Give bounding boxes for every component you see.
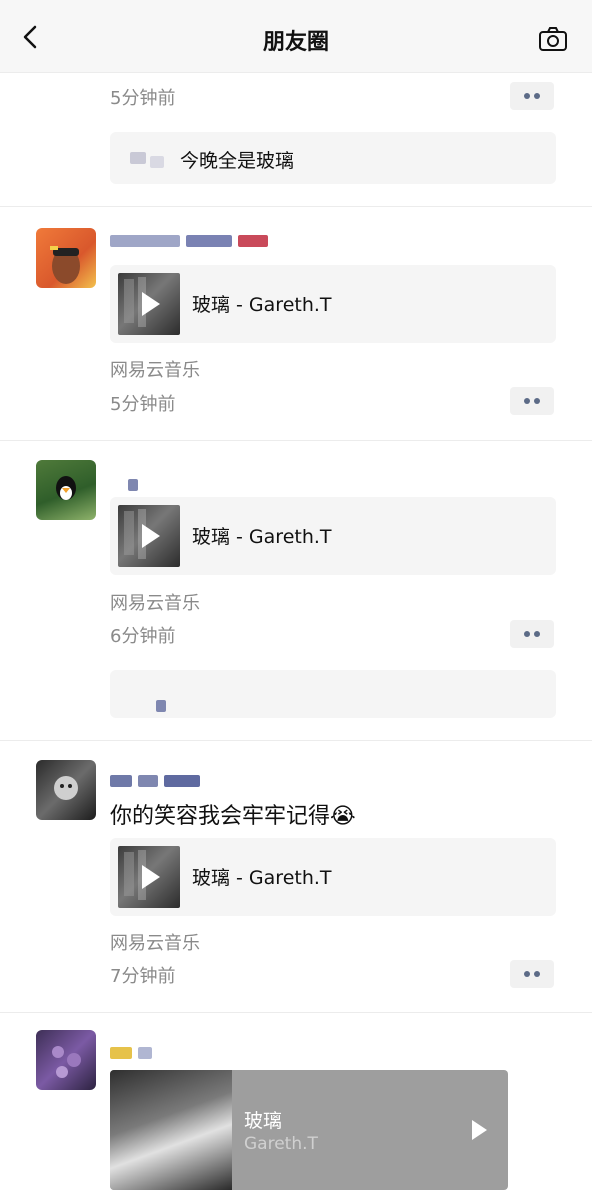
music-card[interactable]: 玻璃 - Gareth.T bbox=[110, 838, 556, 916]
camera-button[interactable] bbox=[538, 26, 568, 52]
more-dots-icon bbox=[534, 971, 540, 977]
more-dots-icon bbox=[524, 398, 530, 404]
more-button[interactable] bbox=[510, 960, 554, 988]
more-button[interactable] bbox=[510, 620, 554, 648]
music-player-card[interactable]: 玻璃 Gareth.T bbox=[110, 1070, 508, 1190]
album-thumbnail bbox=[118, 273, 180, 335]
play-icon bbox=[142, 292, 160, 316]
more-dots-icon bbox=[534, 93, 540, 99]
album-cover bbox=[110, 1070, 232, 1190]
more-dots-icon bbox=[524, 971, 530, 977]
source-link[interactable]: 网易云音乐 bbox=[110, 356, 200, 382]
more-dots-icon bbox=[534, 631, 540, 637]
blurred-name bbox=[110, 772, 206, 787]
play-icon[interactable] bbox=[472, 1120, 487, 1140]
play-icon bbox=[142, 865, 160, 889]
blurred-name bbox=[128, 476, 144, 491]
blurred-name bbox=[110, 1044, 158, 1059]
song-artist: Gareth.T bbox=[244, 1134, 318, 1154]
avatar[interactable] bbox=[36, 760, 96, 820]
avatar[interactable] bbox=[36, 460, 96, 520]
divider bbox=[0, 740, 592, 741]
more-dots-icon bbox=[524, 93, 530, 99]
more-button[interactable] bbox=[510, 82, 554, 110]
source-link[interactable]: 网易云音乐 bbox=[110, 929, 200, 955]
divider bbox=[0, 1012, 592, 1013]
more-dots-icon bbox=[534, 398, 540, 404]
music-card[interactable]: 玻璃 - Gareth.T bbox=[110, 265, 556, 343]
comment-box: 今晚全是玻璃 bbox=[110, 132, 556, 184]
blurred-name bbox=[130, 152, 146, 164]
comment-box bbox=[110, 670, 556, 718]
post-time: 5分钟前 bbox=[110, 394, 176, 415]
avatar-image bbox=[54, 776, 78, 800]
divider bbox=[0, 440, 592, 441]
avatar-image bbox=[52, 1046, 81, 1078]
avatar[interactable] bbox=[36, 1030, 96, 1090]
more-button[interactable] bbox=[510, 387, 554, 415]
source-link[interactable]: 网易云音乐 bbox=[110, 589, 200, 615]
avatar-image bbox=[50, 246, 80, 284]
music-card[interactable]: 玻璃 - Gareth.T bbox=[110, 497, 556, 575]
avatar-image bbox=[56, 476, 76, 500]
music-title: 玻璃 - Gareth.T bbox=[192, 526, 332, 548]
post-text: 你的笑容我会牢牢记得😭 bbox=[110, 804, 356, 829]
camera-icon bbox=[539, 27, 567, 51]
music-title: 玻璃 - Gareth.T bbox=[192, 867, 332, 889]
post-time: 5分钟前 bbox=[110, 88, 176, 109]
post-time: 7分钟前 bbox=[110, 966, 176, 987]
blurred-name bbox=[156, 700, 166, 712]
song-title: 玻璃 bbox=[244, 1110, 283, 1132]
avatar[interactable] bbox=[36, 228, 96, 288]
album-thumbnail bbox=[118, 846, 180, 908]
album-thumbnail bbox=[118, 505, 180, 567]
music-title: 玻璃 - Gareth.T bbox=[192, 294, 332, 316]
more-dots-icon bbox=[524, 631, 530, 637]
blurred-name bbox=[150, 156, 164, 168]
divider bbox=[0, 206, 592, 207]
page-title: 朋友圈 bbox=[262, 30, 329, 55]
top-bar: 朋友圈 bbox=[0, 0, 592, 73]
post-time: 6分钟前 bbox=[110, 626, 176, 647]
blurred-name bbox=[110, 232, 274, 247]
play-icon bbox=[142, 524, 160, 548]
comment-text: 今晚全是玻璃 bbox=[180, 150, 295, 172]
